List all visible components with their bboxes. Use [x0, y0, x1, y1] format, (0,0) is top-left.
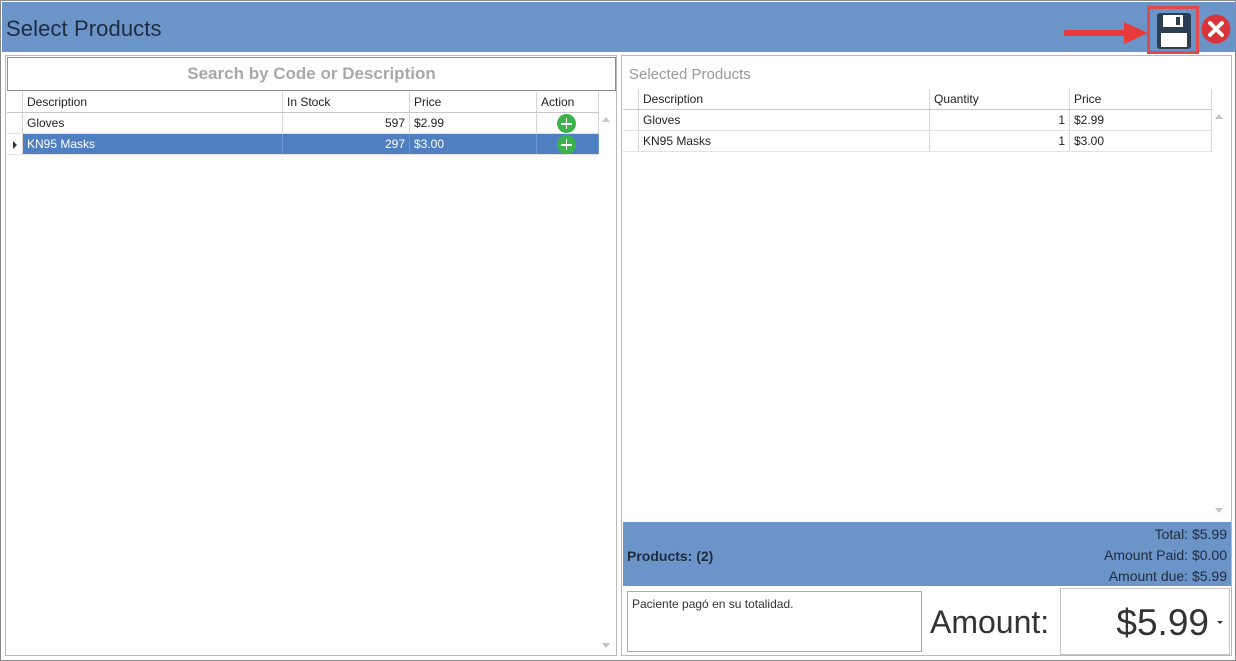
scroll-down-arrow-icon[interactable] — [602, 643, 610, 648]
products-grid: Description In Stock Price Action Gloves… — [7, 92, 613, 652]
add-icon[interactable] — [557, 135, 576, 154]
scroll-up-arrow-icon[interactable] — [602, 117, 610, 122]
amount-due-label: Amount due: $5.99 — [1108, 568, 1227, 584]
row-header[interactable] — [623, 131, 639, 151]
column-header-action[interactable]: Action — [537, 92, 599, 112]
scroll-down-arrow-icon[interactable] — [1215, 508, 1223, 513]
cell-action — [537, 134, 599, 154]
title-bar: Select Products — [2, 2, 1235, 54]
cell-description: KN95 Masks — [23, 134, 283, 154]
cell-description: KN95 Masks — [639, 131, 930, 151]
column-header-description[interactable]: Description — [639, 89, 930, 109]
selected-grid-scrollbar[interactable] — [1212, 110, 1226, 518]
table-row[interactable]: Gloves 597 $2.99 — [7, 113, 599, 134]
close-circle-icon — [1201, 14, 1231, 44]
save-button[interactable] — [1147, 6, 1199, 54]
amount-value[interactable]: $5.99 — [1116, 602, 1209, 644]
column-header-description[interactable]: Description — [23, 92, 283, 112]
chevron-down-icon[interactable] — [1217, 621, 1223, 624]
amount-paid-label: Amount Paid: $0.00 — [1104, 547, 1227, 563]
cell-price: $2.99 — [410, 113, 537, 133]
cell-price: $3.00 — [410, 134, 537, 154]
row-header[interactable] — [7, 113, 23, 133]
window-title: Select Products — [6, 16, 162, 41]
close-button[interactable] — [1201, 14, 1231, 44]
search-input[interactable] — [8, 58, 615, 90]
add-icon[interactable] — [557, 114, 576, 133]
search-box[interactable] — [7, 57, 616, 91]
cell-quantity[interactable]: 1 — [930, 131, 1070, 151]
row-header[interactable] — [7, 134, 23, 154]
cell-description: Gloves — [639, 110, 930, 130]
selected-products-grid: Description Quantity Price Gloves 1 $2.9… — [623, 89, 1230, 519]
cell-in-stock: 297 — [283, 134, 410, 154]
select-products-window: Select Products Search by Code or Descri… — [0, 0, 1236, 661]
cell-price: $2.99 — [1070, 110, 1212, 130]
cell-action — [537, 113, 599, 133]
cell-price: $3.00 — [1070, 131, 1212, 151]
selected-grid-header: Description Quantity Price — [623, 89, 1212, 110]
column-header-in-stock[interactable]: In Stock — [283, 92, 410, 112]
row-header-corner — [7, 92, 23, 112]
selected-products-panel: Selected Products Description Quantity P… — [621, 55, 1232, 656]
current-row-marker-icon — [13, 141, 17, 149]
products-grid-scrollbar[interactable] — [599, 113, 613, 651]
total-label: Total: $5.99 — [1154, 526, 1227, 542]
products-count: Products: (2) — [627, 548, 714, 564]
order-summary-bar: Products: (2) Total: $5.99 Amount Paid: … — [623, 522, 1231, 586]
row-header-corner — [623, 89, 639, 109]
red-arrow-annotation — [1064, 22, 1148, 44]
table-row[interactable]: KN95 Masks 297 $3.00 — [7, 134, 599, 155]
column-header-price[interactable]: Price — [410, 92, 537, 112]
notes-field[interactable]: Paciente pagó en su totalidad. — [627, 591, 922, 652]
cell-quantity[interactable]: 1 — [930, 110, 1070, 130]
column-header-price[interactable]: Price — [1070, 89, 1212, 109]
floppy-disk-icon — [1157, 13, 1191, 49]
table-row[interactable]: KN95 Masks 1 $3.00 — [623, 131, 1212, 152]
product-search-panel: Description In Stock Price Action Gloves… — [5, 55, 617, 656]
table-row[interactable]: Gloves 1 $2.99 — [623, 110, 1212, 131]
amount-label: Amount: — [930, 604, 1050, 640]
cell-in-stock: 597 — [283, 113, 410, 133]
row-header[interactable] — [623, 110, 639, 130]
scroll-up-arrow-icon[interactable] — [1215, 114, 1223, 119]
selected-products-title: Selected Products — [629, 66, 751, 83]
column-header-quantity[interactable]: Quantity — [930, 89, 1070, 109]
products-grid-header: Description In Stock Price Action — [7, 92, 599, 113]
amount-input[interactable]: $5.99 — [1060, 588, 1230, 655]
cell-description: Gloves — [23, 113, 283, 133]
